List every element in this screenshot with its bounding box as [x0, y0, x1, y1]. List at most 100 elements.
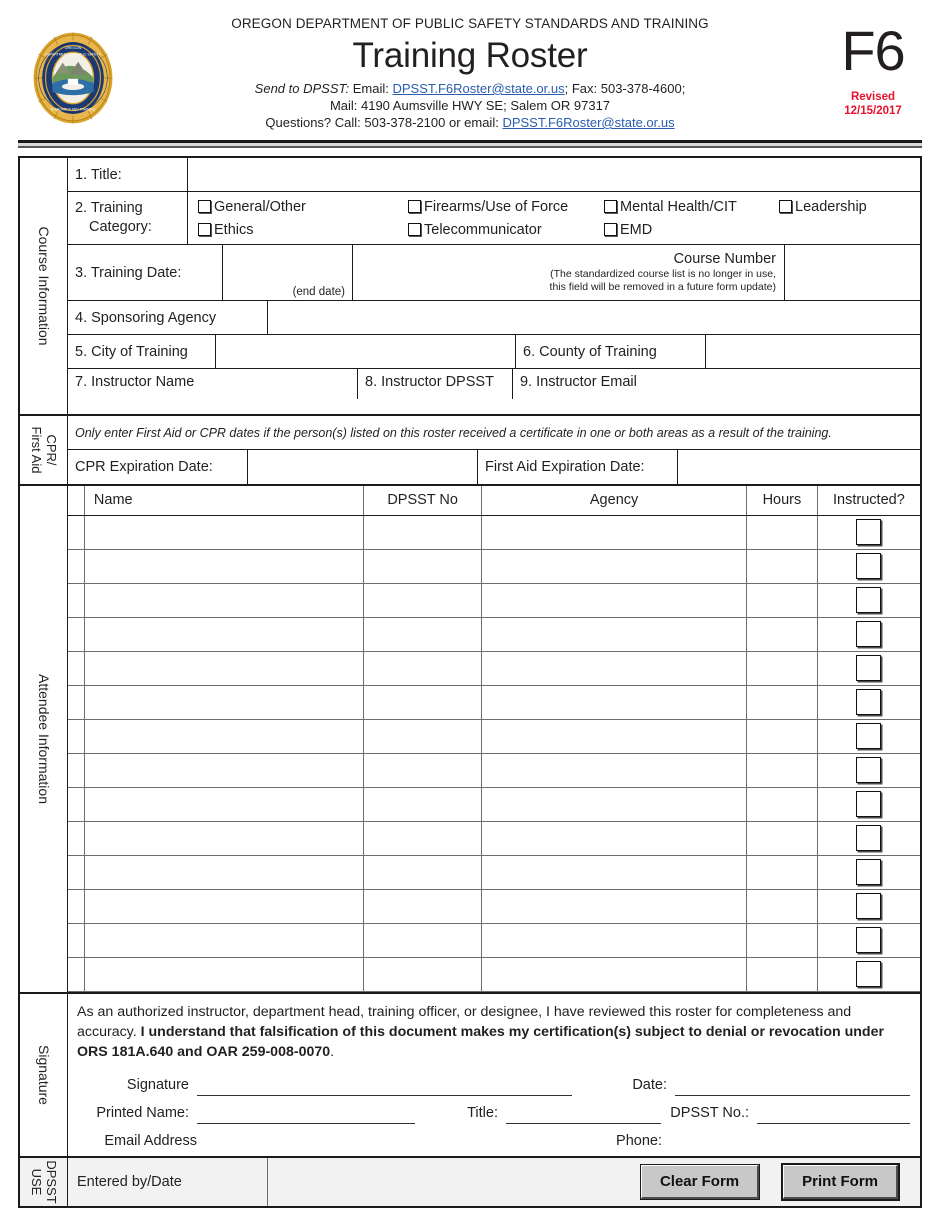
attendee-hours-cell[interactable]: [746, 922, 818, 958]
attendee-name-cell[interactable]: [83, 514, 365, 550]
attendee-instructed-cell[interactable]: [816, 514, 920, 550]
attendee-instructed-cell[interactable]: [816, 684, 920, 720]
attendee-hours-cell[interactable]: [746, 514, 818, 550]
attendee-agency-cell[interactable]: [481, 752, 747, 788]
attendee-hours-cell[interactable]: [746, 786, 818, 822]
attendee-instructed-cell[interactable]: [816, 582, 920, 618]
attendee-agency-cell[interactable]: [481, 650, 747, 686]
attendee-dpsst-cell[interactable]: [363, 786, 483, 822]
attendee-instructed-cell[interactable]: [816, 820, 920, 856]
checkbox-icon[interactable]: [856, 655, 882, 681]
checkbox-icon[interactable]: [856, 553, 882, 579]
attendee-instructed-cell[interactable]: [816, 888, 920, 924]
checkbox-icon[interactable]: [198, 200, 211, 213]
instructor-name-label[interactable]: 7. Instructor Name: [68, 369, 358, 399]
checkbox-icon[interactable]: [856, 927, 882, 953]
attendee-instructed-cell[interactable]: [816, 548, 920, 584]
attendee-hours-cell[interactable]: [746, 888, 818, 924]
attendee-dpsst-cell[interactable]: [363, 514, 483, 550]
checkbox-icon[interactable]: [198, 223, 211, 236]
attendee-hours-cell[interactable]: [746, 582, 818, 618]
course-number-input[interactable]: [785, 245, 920, 300]
attendee-hours-cell[interactable]: [746, 684, 818, 720]
attendee-name-cell[interactable]: [83, 752, 365, 788]
first-aid-expiration-input[interactable]: [678, 450, 920, 484]
checkbox-emd[interactable]: EMD: [604, 222, 779, 238]
training-date-input[interactable]: (end date): [223, 245, 353, 300]
attendee-agency-cell[interactable]: [481, 684, 747, 720]
printed-name-input[interactable]: [197, 1104, 415, 1124]
instructor-email-label[interactable]: 9. Instructor Email: [513, 369, 920, 399]
attendee-agency-cell[interactable]: [481, 854, 747, 890]
checkbox-icon[interactable]: [856, 893, 882, 919]
attendee-agency-cell[interactable]: [481, 514, 747, 550]
attendee-hours-cell[interactable]: [746, 956, 818, 992]
attendee-instructed-cell[interactable]: [816, 956, 920, 992]
attendee-instructed-cell[interactable]: [816, 718, 920, 754]
checkbox-ethics[interactable]: Ethics: [198, 222, 408, 238]
attendee-name-cell[interactable]: [83, 922, 365, 958]
attendee-name-cell[interactable]: [83, 684, 365, 720]
checkbox-icon[interactable]: [856, 723, 882, 749]
attendee-agency-cell[interactable]: [481, 786, 747, 822]
attendee-agency-cell[interactable]: [481, 820, 747, 856]
attendee-name-cell[interactable]: [83, 888, 365, 924]
signature-input[interactable]: [197, 1076, 572, 1096]
checkbox-telecommunicator[interactable]: Telecommunicator: [408, 222, 604, 238]
attendee-name-cell[interactable]: [83, 582, 365, 618]
attendee-instructed-cell[interactable]: [816, 854, 920, 890]
attendee-hours-cell[interactable]: [746, 854, 818, 890]
attendee-hours-cell[interactable]: [746, 548, 818, 584]
attendee-agency-cell[interactable]: [481, 616, 747, 652]
attendee-dpsst-cell[interactable]: [363, 616, 483, 652]
checkbox-icon[interactable]: [408, 200, 421, 213]
attendee-name-cell[interactable]: [83, 650, 365, 686]
attendee-agency-cell[interactable]: [481, 956, 747, 992]
checkbox-icon[interactable]: [856, 791, 882, 817]
attendee-dpsst-cell[interactable]: [363, 718, 483, 754]
attendee-dpsst-cell[interactable]: [363, 854, 483, 890]
attendee-hours-cell[interactable]: [746, 820, 818, 856]
city-of-training-input[interactable]: [216, 335, 516, 368]
attendee-hours-cell[interactable]: [746, 752, 818, 788]
title-field-input[interactable]: [506, 1104, 661, 1124]
attendee-name-cell[interactable]: [83, 956, 365, 992]
checkbox-icon[interactable]: [856, 859, 882, 885]
attendee-dpsst-cell[interactable]: [363, 922, 483, 958]
attendee-dpsst-cell[interactable]: [363, 684, 483, 720]
dpsst-no-input[interactable]: [757, 1104, 910, 1124]
checkbox-icon[interactable]: [856, 587, 882, 613]
date-input[interactable]: [675, 1076, 910, 1096]
attendee-agency-cell[interactable]: [481, 888, 747, 924]
checkbox-general-other[interactable]: General/Other: [198, 199, 408, 215]
checkbox-icon[interactable]: [408, 223, 421, 236]
send-email-link[interactable]: DPSST.F6Roster@state.or.us: [392, 81, 564, 96]
checkbox-icon[interactable]: [856, 519, 882, 545]
checkbox-firearms-use-of-force[interactable]: Firearms/Use of Force: [408, 199, 604, 215]
attendee-dpsst-cell[interactable]: [363, 548, 483, 584]
attendee-agency-cell[interactable]: [481, 922, 747, 958]
attendee-hours-cell[interactable]: [746, 650, 818, 686]
attendee-name-cell[interactable]: [83, 616, 365, 652]
checkbox-icon[interactable]: [856, 961, 882, 987]
instructor-dpsst-label[interactable]: 8. Instructor DPSST: [358, 369, 513, 399]
attendee-instructed-cell[interactable]: [816, 786, 920, 822]
print-form-button[interactable]: Print Form: [781, 1162, 900, 1201]
checkbox-icon[interactable]: [856, 825, 882, 851]
checkbox-icon[interactable]: [604, 223, 617, 236]
attendee-name-cell[interactable]: [83, 548, 365, 584]
attendee-instructed-cell[interactable]: [816, 616, 920, 652]
attendee-instructed-cell[interactable]: [816, 752, 920, 788]
attendee-agency-cell[interactable]: [481, 548, 747, 584]
attendee-dpsst-cell[interactable]: [363, 956, 483, 992]
attendee-hours-cell[interactable]: [746, 718, 818, 754]
attendee-name-cell[interactable]: [83, 854, 365, 890]
attendee-dpsst-cell[interactable]: [363, 582, 483, 618]
attendee-hours-cell[interactable]: [746, 616, 818, 652]
clear-form-button[interactable]: Clear Form: [639, 1163, 761, 1200]
title-input[interactable]: [188, 158, 920, 191]
attendee-instructed-cell[interactable]: [816, 922, 920, 958]
cpr-expiration-input[interactable]: [248, 450, 478, 484]
attendee-agency-cell[interactable]: [481, 718, 747, 754]
attendee-instructed-cell[interactable]: [816, 650, 920, 686]
